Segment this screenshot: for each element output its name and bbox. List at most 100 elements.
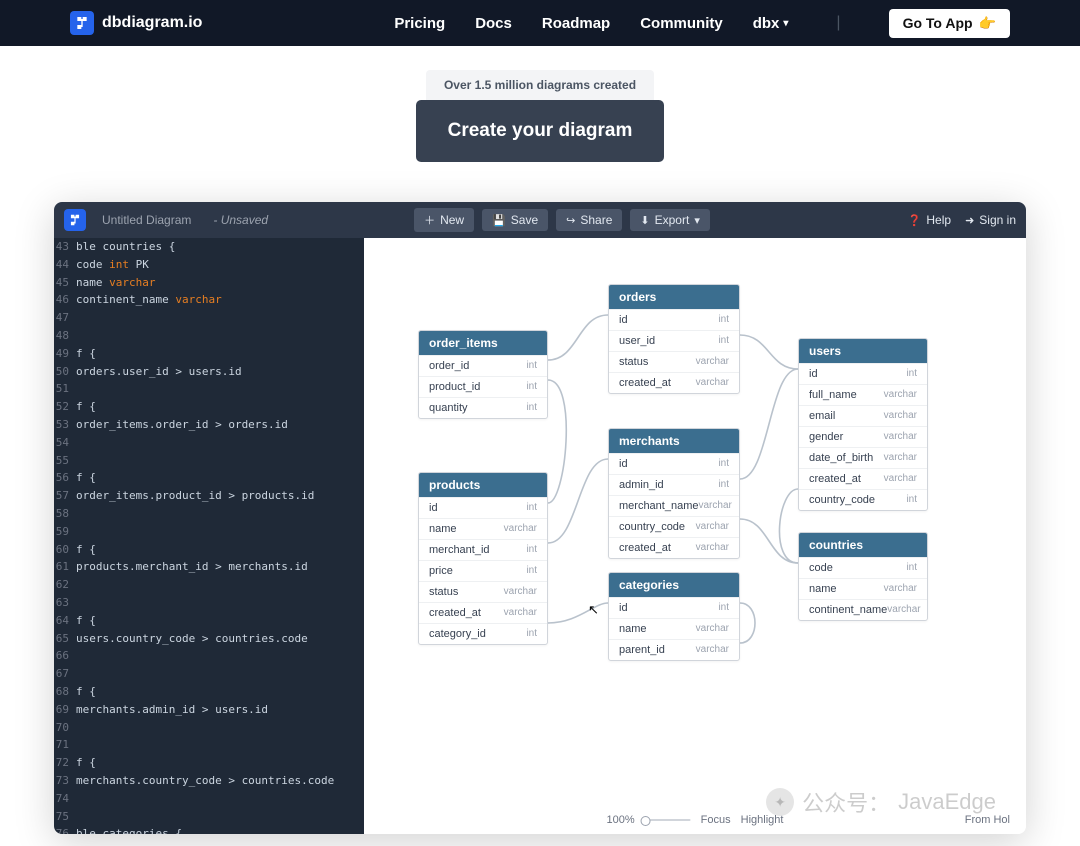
table-column[interactable]: country_codeint bbox=[799, 489, 927, 510]
code-line[interactable]: 63 bbox=[54, 594, 364, 612]
table-users[interactable]: usersidintfull_namevarcharemailvarcharge… bbox=[798, 338, 928, 511]
nav-dbx[interactable]: dbx ▾ bbox=[753, 15, 789, 32]
table-column[interactable]: product_idint bbox=[419, 376, 547, 397]
signin-button[interactable]: ➜Sign in bbox=[965, 213, 1016, 227]
new-button[interactable]: ＋New bbox=[414, 208, 474, 232]
table-column[interactable]: admin_idint bbox=[609, 474, 739, 495]
nav-docs[interactable]: Docs bbox=[475, 15, 512, 32]
code-line[interactable]: 75 bbox=[54, 808, 364, 826]
create-diagram-button[interactable]: Create your diagram bbox=[416, 100, 665, 162]
table-column[interactable]: country_codevarchar bbox=[609, 516, 739, 537]
code-line[interactable]: 57order_items.product_id > products.id bbox=[54, 487, 364, 505]
code-line[interactable]: 52f { bbox=[54, 398, 364, 416]
code-line[interactable]: 70 bbox=[54, 719, 364, 737]
focus-link[interactable]: Focus bbox=[701, 814, 731, 826]
app-logo-icon[interactable] bbox=[64, 209, 86, 231]
table-column[interactable]: namevarchar bbox=[609, 618, 739, 639]
table-column[interactable]: idint bbox=[609, 597, 739, 618]
table-column[interactable]: order_idint bbox=[419, 355, 547, 376]
table-column[interactable]: idint bbox=[609, 309, 739, 330]
nav-pricing[interactable]: Pricing bbox=[394, 15, 445, 32]
table-column[interactable]: created_atvarchar bbox=[609, 372, 739, 393]
table-column[interactable]: namevarchar bbox=[419, 518, 547, 539]
table-column[interactable]: created_atvarchar bbox=[799, 468, 927, 489]
table-column[interactable]: codeint bbox=[799, 557, 927, 578]
code-line[interactable]: 62 bbox=[54, 576, 364, 594]
code-line[interactable]: 55 bbox=[54, 452, 364, 470]
code-line[interactable]: 50orders.user_id > users.id bbox=[54, 363, 364, 381]
table-header[interactable]: orders bbox=[609, 285, 739, 309]
table-column[interactable]: idint bbox=[799, 363, 927, 384]
code-line[interactable]: 66 bbox=[54, 647, 364, 665]
code-line[interactable]: 43ble countries { bbox=[54, 238, 364, 256]
brand[interactable]: dbdiagram.io bbox=[70, 11, 202, 35]
code-line[interactable]: 74 bbox=[54, 790, 364, 808]
table-categories[interactable]: categoriesidintnamevarcharparent_idvarch… bbox=[608, 572, 740, 661]
code-line[interactable]: 53order_items.order_id > orders.id bbox=[54, 416, 364, 434]
table-column[interactable]: idint bbox=[419, 497, 547, 518]
code-line[interactable]: 73merchants.country_code > countries.cod… bbox=[54, 772, 364, 790]
code-line[interactable]: 46continent_name varchar bbox=[54, 291, 364, 309]
code-line[interactable]: 49f { bbox=[54, 345, 364, 363]
export-button[interactable]: ⬇Export▾ bbox=[630, 209, 709, 231]
table-products[interactable]: productsidintnamevarcharmerchant_idintpr… bbox=[418, 472, 548, 645]
nav-roadmap[interactable]: Roadmap bbox=[542, 15, 610, 32]
code-line[interactable]: 59 bbox=[54, 523, 364, 541]
highlight-link[interactable]: Highlight bbox=[741, 814, 784, 826]
table-column[interactable]: emailvarchar bbox=[799, 405, 927, 426]
table-column[interactable]: created_atvarchar bbox=[419, 602, 547, 623]
table-column[interactable]: full_namevarchar bbox=[799, 384, 927, 405]
table-column[interactable]: statusvarchar bbox=[609, 351, 739, 372]
code-line[interactable]: 69merchants.admin_id > users.id bbox=[54, 701, 364, 719]
table-header[interactable]: order_items bbox=[419, 331, 547, 355]
table-column[interactable]: user_idint bbox=[609, 330, 739, 351]
file-title[interactable]: Untitled Diagram bbox=[94, 209, 199, 231]
code-line[interactable]: 44code int PK bbox=[54, 256, 364, 274]
code-line[interactable]: 61products.merchant_id > merchants.id bbox=[54, 558, 364, 576]
code-editor[interactable]: 43ble countries {44code int PK45name var… bbox=[54, 238, 364, 834]
go-to-app-button[interactable]: Go To App 👉 bbox=[889, 9, 1010, 38]
table-column[interactable]: created_atvarchar bbox=[609, 537, 739, 558]
code-line[interactable]: 72f { bbox=[54, 754, 364, 772]
table-column[interactable]: merchant_idint bbox=[419, 539, 547, 560]
table-column[interactable]: parent_idvarchar bbox=[609, 639, 739, 660]
code-line[interactable]: 67 bbox=[54, 665, 364, 683]
code-line[interactable]: 65users.country_code > countries.code bbox=[54, 630, 364, 648]
table-column[interactable]: priceint bbox=[419, 560, 547, 581]
code-line[interactable]: 54 bbox=[54, 434, 364, 452]
code-line[interactable]: 60f { bbox=[54, 541, 364, 559]
code-line[interactable]: 48 bbox=[54, 327, 364, 345]
table-merchants[interactable]: merchantsidintadmin_idintmerchant_nameva… bbox=[608, 428, 740, 559]
table-header[interactable]: categories bbox=[609, 573, 739, 597]
table-column[interactable]: gendervarchar bbox=[799, 426, 927, 447]
table-header[interactable]: countries bbox=[799, 533, 927, 557]
code-line[interactable]: 45name varchar bbox=[54, 274, 364, 292]
code-line[interactable]: 47 bbox=[54, 309, 364, 327]
code-line[interactable]: 76ble categories { bbox=[54, 825, 364, 834]
code-line[interactable]: 58 bbox=[54, 505, 364, 523]
table-column[interactable]: idint bbox=[609, 453, 739, 474]
share-button[interactable]: ↪Share bbox=[556, 209, 622, 231]
table-column[interactable]: namevarchar bbox=[799, 578, 927, 599]
table-order_items[interactable]: order_itemsorder_idintproduct_idintquant… bbox=[418, 330, 548, 419]
zoom-control[interactable]: 100% bbox=[607, 814, 691, 826]
code-line[interactable]: 51 bbox=[54, 380, 364, 398]
nav-community[interactable]: Community bbox=[640, 15, 723, 32]
zoom-slider[interactable] bbox=[641, 819, 691, 821]
table-column[interactable]: merchant_namevarchar bbox=[609, 495, 739, 516]
code-line[interactable]: 71 bbox=[54, 736, 364, 754]
table-countries[interactable]: countriescodeintnamevarcharcontinent_nam… bbox=[798, 532, 928, 621]
table-column[interactable]: continent_namevarchar bbox=[799, 599, 927, 620]
table-header[interactable]: merchants bbox=[609, 429, 739, 453]
help-button[interactable]: ❓Help bbox=[908, 213, 951, 227]
table-column[interactable]: category_idint bbox=[419, 623, 547, 644]
table-header[interactable]: products bbox=[419, 473, 547, 497]
table-column[interactable]: statusvarchar bbox=[419, 581, 547, 602]
table-orders[interactable]: ordersidintuser_idintstatusvarcharcreate… bbox=[608, 284, 740, 394]
table-column[interactable]: date_of_birthvarchar bbox=[799, 447, 927, 468]
code-line[interactable]: 64f { bbox=[54, 612, 364, 630]
code-line[interactable]: 68f { bbox=[54, 683, 364, 701]
table-column[interactable]: quantityint bbox=[419, 397, 547, 418]
code-line[interactable]: 56f { bbox=[54, 469, 364, 487]
save-button[interactable]: 💾Save bbox=[482, 209, 548, 231]
